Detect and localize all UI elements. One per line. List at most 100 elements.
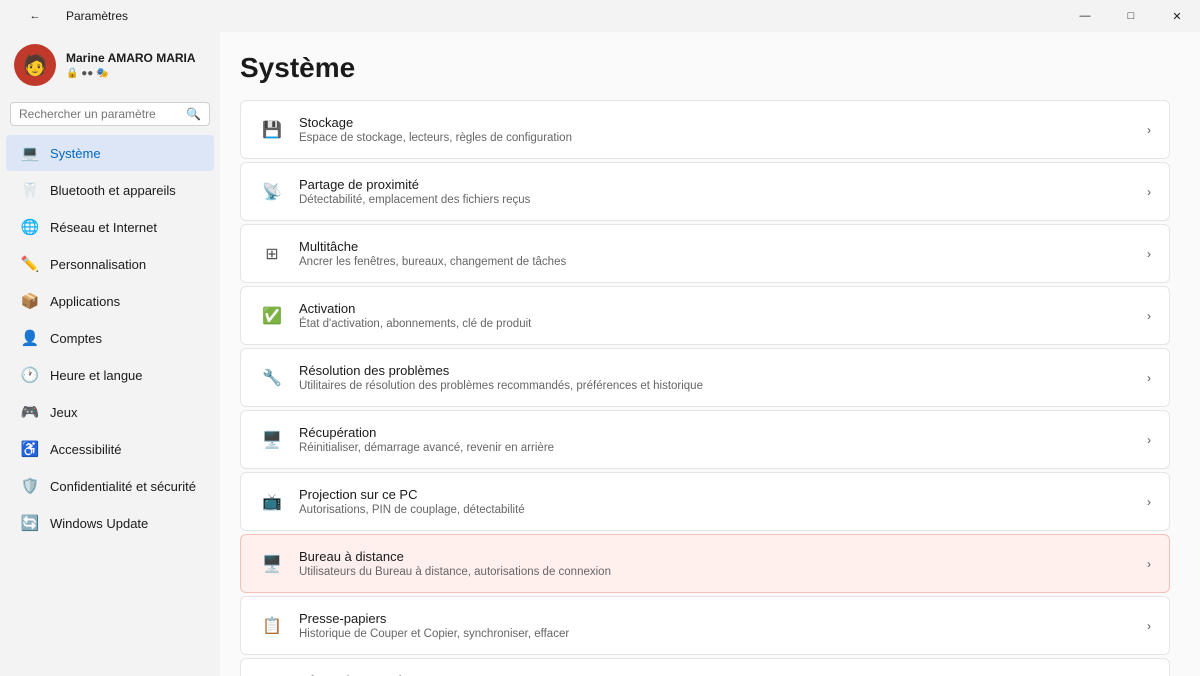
sidebar-item-label: Heure et langue [50, 368, 143, 383]
settings-item-bureau-distance[interactable]: 🖥️ Bureau à distance Utilisateurs du Bur… [240, 534, 1170, 593]
sidebar-item-label: Système [50, 146, 101, 161]
sidebar-item-confidentialite[interactable]: 🛡️ Confidentialité et sécurité [6, 468, 214, 504]
chevron-right-icon: › [1147, 185, 1151, 199]
stockage-icon: 💾 [259, 117, 285, 143]
settings-item-text: Partage de proximité Détectabilité, empl… [299, 177, 1133, 206]
settings-item-desc: État d'activation, abonnements, clé de p… [299, 318, 1133, 330]
sidebar-item-reseau[interactable]: 🌐 Réseau et Internet [6, 209, 214, 245]
windows-update-icon: 🔄 [20, 513, 40, 533]
presse-papiers-icon: 📋 [259, 613, 285, 639]
sidebar-item-label: Comptes [50, 331, 102, 346]
settings-item-text: Multitâche Ancrer les fenêtres, bureaux,… [299, 239, 1133, 268]
titlebar-controls: — □ ✕ [1062, 0, 1200, 32]
chevron-right-icon: › [1147, 557, 1151, 571]
avatar: 🧑 [14, 44, 56, 86]
user-info: Marine AMARO MARIA 🔒 ●● 🎭 [66, 51, 206, 80]
settings-item-title: Partage de proximité [299, 177, 1133, 192]
user-name: Marine AMARO MARIA [66, 51, 206, 67]
search-icon: 🔍 [186, 107, 201, 121]
recuperation-icon: 🖥️ [259, 427, 285, 453]
sidebar-item-jeux[interactable]: 🎮 Jeux [6, 394, 214, 430]
accessibilite-icon: ♿ [20, 439, 40, 459]
settings-item-text: Presse-papiers Historique de Couper et C… [299, 611, 1133, 640]
systeme-icon: 💻 [20, 143, 40, 163]
heure-icon: 🕐 [20, 365, 40, 385]
confidentialite-icon: 🛡️ [20, 476, 40, 496]
settings-item-text: Bureau à distance Utilisateurs du Bureau… [299, 549, 1133, 578]
settings-item-text: Activation État d'activation, abonnement… [299, 301, 1133, 330]
settings-item-partage[interactable]: 📡 Partage de proximité Détectabilité, em… [240, 162, 1170, 221]
settings-item-infos-systeme[interactable]: ℹ️ Informations système Spécifications d… [240, 658, 1170, 676]
settings-item-desc: Ancrer les fenêtres, bureaux, changement… [299, 256, 1133, 268]
close-button[interactable]: ✕ [1154, 0, 1200, 32]
search-input[interactable] [19, 107, 180, 121]
back-button[interactable]: ← [12, 0, 58, 32]
titlebar-title: Paramètres [66, 9, 128, 23]
titlebar-left: ← Paramètres [12, 0, 128, 32]
chevron-right-icon: › [1147, 123, 1151, 137]
settings-item-presse-papiers[interactable]: 📋 Presse-papiers Historique de Couper et… [240, 596, 1170, 655]
settings-item-text: Stockage Espace de stockage, lecteurs, r… [299, 115, 1133, 144]
bluetooth-icon: 🦷 [20, 180, 40, 200]
sidebar-item-label: Personnalisation [50, 257, 146, 272]
settings-item-desc: Utilitaires de résolution des problèmes … [299, 380, 1133, 392]
sidebar: 🧑 Marine AMARO MARIA 🔒 ●● 🎭 🔍 💻 Système … [0, 32, 220, 676]
partage-icon: 📡 [259, 179, 285, 205]
personnalisation-icon: ✏️ [20, 254, 40, 274]
settings-item-title: Bureau à distance [299, 549, 1133, 564]
chevron-right-icon: › [1147, 371, 1151, 385]
user-icons: 🔒 ●● 🎭 [66, 68, 206, 79]
settings-item-resolution[interactable]: 🔧 Résolution des problèmes Utilitaires d… [240, 348, 1170, 407]
sidebar-item-personnalisation[interactable]: ✏️ Personnalisation [6, 246, 214, 282]
minimize-button[interactable]: — [1062, 0, 1108, 32]
search-box[interactable]: 🔍 [10, 102, 210, 126]
settings-item-recuperation[interactable]: 🖥️ Récupération Réinitialiser, démarrage… [240, 410, 1170, 469]
sidebar-item-windows-update[interactable]: 🔄 Windows Update [6, 505, 214, 541]
settings-item-projection[interactable]: 📺 Projection sur ce PC Autorisations, PI… [240, 472, 1170, 531]
comptes-icon: 👤 [20, 328, 40, 348]
sidebar-item-label: Réseau et Internet [50, 220, 157, 235]
sidebar-item-heure[interactable]: 🕐 Heure et langue [6, 357, 214, 393]
settings-item-title: Multitâche [299, 239, 1133, 254]
settings-list: 💾 Stockage Espace de stockage, lecteurs,… [240, 100, 1170, 676]
settings-item-desc: Autorisations, PIN de couplage, détectab… [299, 504, 1133, 516]
settings-item-desc: Espace de stockage, lecteurs, règles de … [299, 132, 1133, 144]
chevron-right-icon: › [1147, 433, 1151, 447]
activation-icon: ✅ [259, 303, 285, 329]
projection-icon: 📺 [259, 489, 285, 515]
settings-item-stockage[interactable]: 💾 Stockage Espace de stockage, lecteurs,… [240, 100, 1170, 159]
sidebar-item-label: Accessibilité [50, 442, 122, 457]
bureau-distance-icon: 🖥️ [259, 551, 285, 577]
sidebar-item-comptes[interactable]: 👤 Comptes [6, 320, 214, 356]
settings-item-title: Stockage [299, 115, 1133, 130]
settings-item-desc: Détectabilité, emplacement des fichiers … [299, 194, 1133, 206]
settings-item-multitache[interactable]: ⊞ Multitâche Ancrer les fenêtres, bureau… [240, 224, 1170, 283]
settings-item-title: Presse-papiers [299, 611, 1133, 626]
sidebar-item-systeme[interactable]: 💻 Système [6, 135, 214, 171]
maximize-button[interactable]: □ [1108, 0, 1154, 32]
multitache-icon: ⊞ [259, 241, 285, 267]
chevron-right-icon: › [1147, 247, 1151, 261]
titlebar: ← Paramètres — □ ✕ [0, 0, 1200, 32]
sidebar-item-bluetooth[interactable]: 🦷 Bluetooth et appareils [6, 172, 214, 208]
settings-item-text: Récupération Réinitialiser, démarrage av… [299, 425, 1133, 454]
sidebar-item-applications[interactable]: 📦 Applications [6, 283, 214, 319]
resolution-icon: 🔧 [259, 365, 285, 391]
sidebar-item-accessibilite[interactable]: ♿ Accessibilité [6, 431, 214, 467]
sidebar-item-label: Bluetooth et appareils [50, 183, 176, 198]
chevron-right-icon: › [1147, 619, 1151, 633]
sidebar-item-label: Applications [50, 294, 120, 309]
red-arrow-annotation [220, 526, 246, 601]
settings-item-title: Résolution des problèmes [299, 363, 1133, 378]
settings-item-activation[interactable]: ✅ Activation État d'activation, abonneme… [240, 286, 1170, 345]
main-window: 🧑 Marine AMARO MARIA 🔒 ●● 🎭 🔍 💻 Système … [0, 32, 1200, 676]
sidebar-item-label: Windows Update [50, 516, 148, 531]
sidebar-nav: 💻 Système 🦷 Bluetooth et appareils 🌐 Rés… [0, 134, 220, 542]
settings-item-text: Projection sur ce PC Autorisations, PIN … [299, 487, 1133, 516]
settings-item-desc: Historique de Couper et Copier, synchron… [299, 628, 1133, 640]
sidebar-item-label: Jeux [50, 405, 77, 420]
main-content: Système 💾 Stockage Espace de stockage, l… [220, 32, 1200, 676]
sidebar-item-label: Confidentialité et sécurité [50, 479, 196, 494]
jeux-icon: 🎮 [20, 402, 40, 422]
user-section[interactable]: 🧑 Marine AMARO MARIA 🔒 ●● 🎭 [0, 32, 220, 102]
